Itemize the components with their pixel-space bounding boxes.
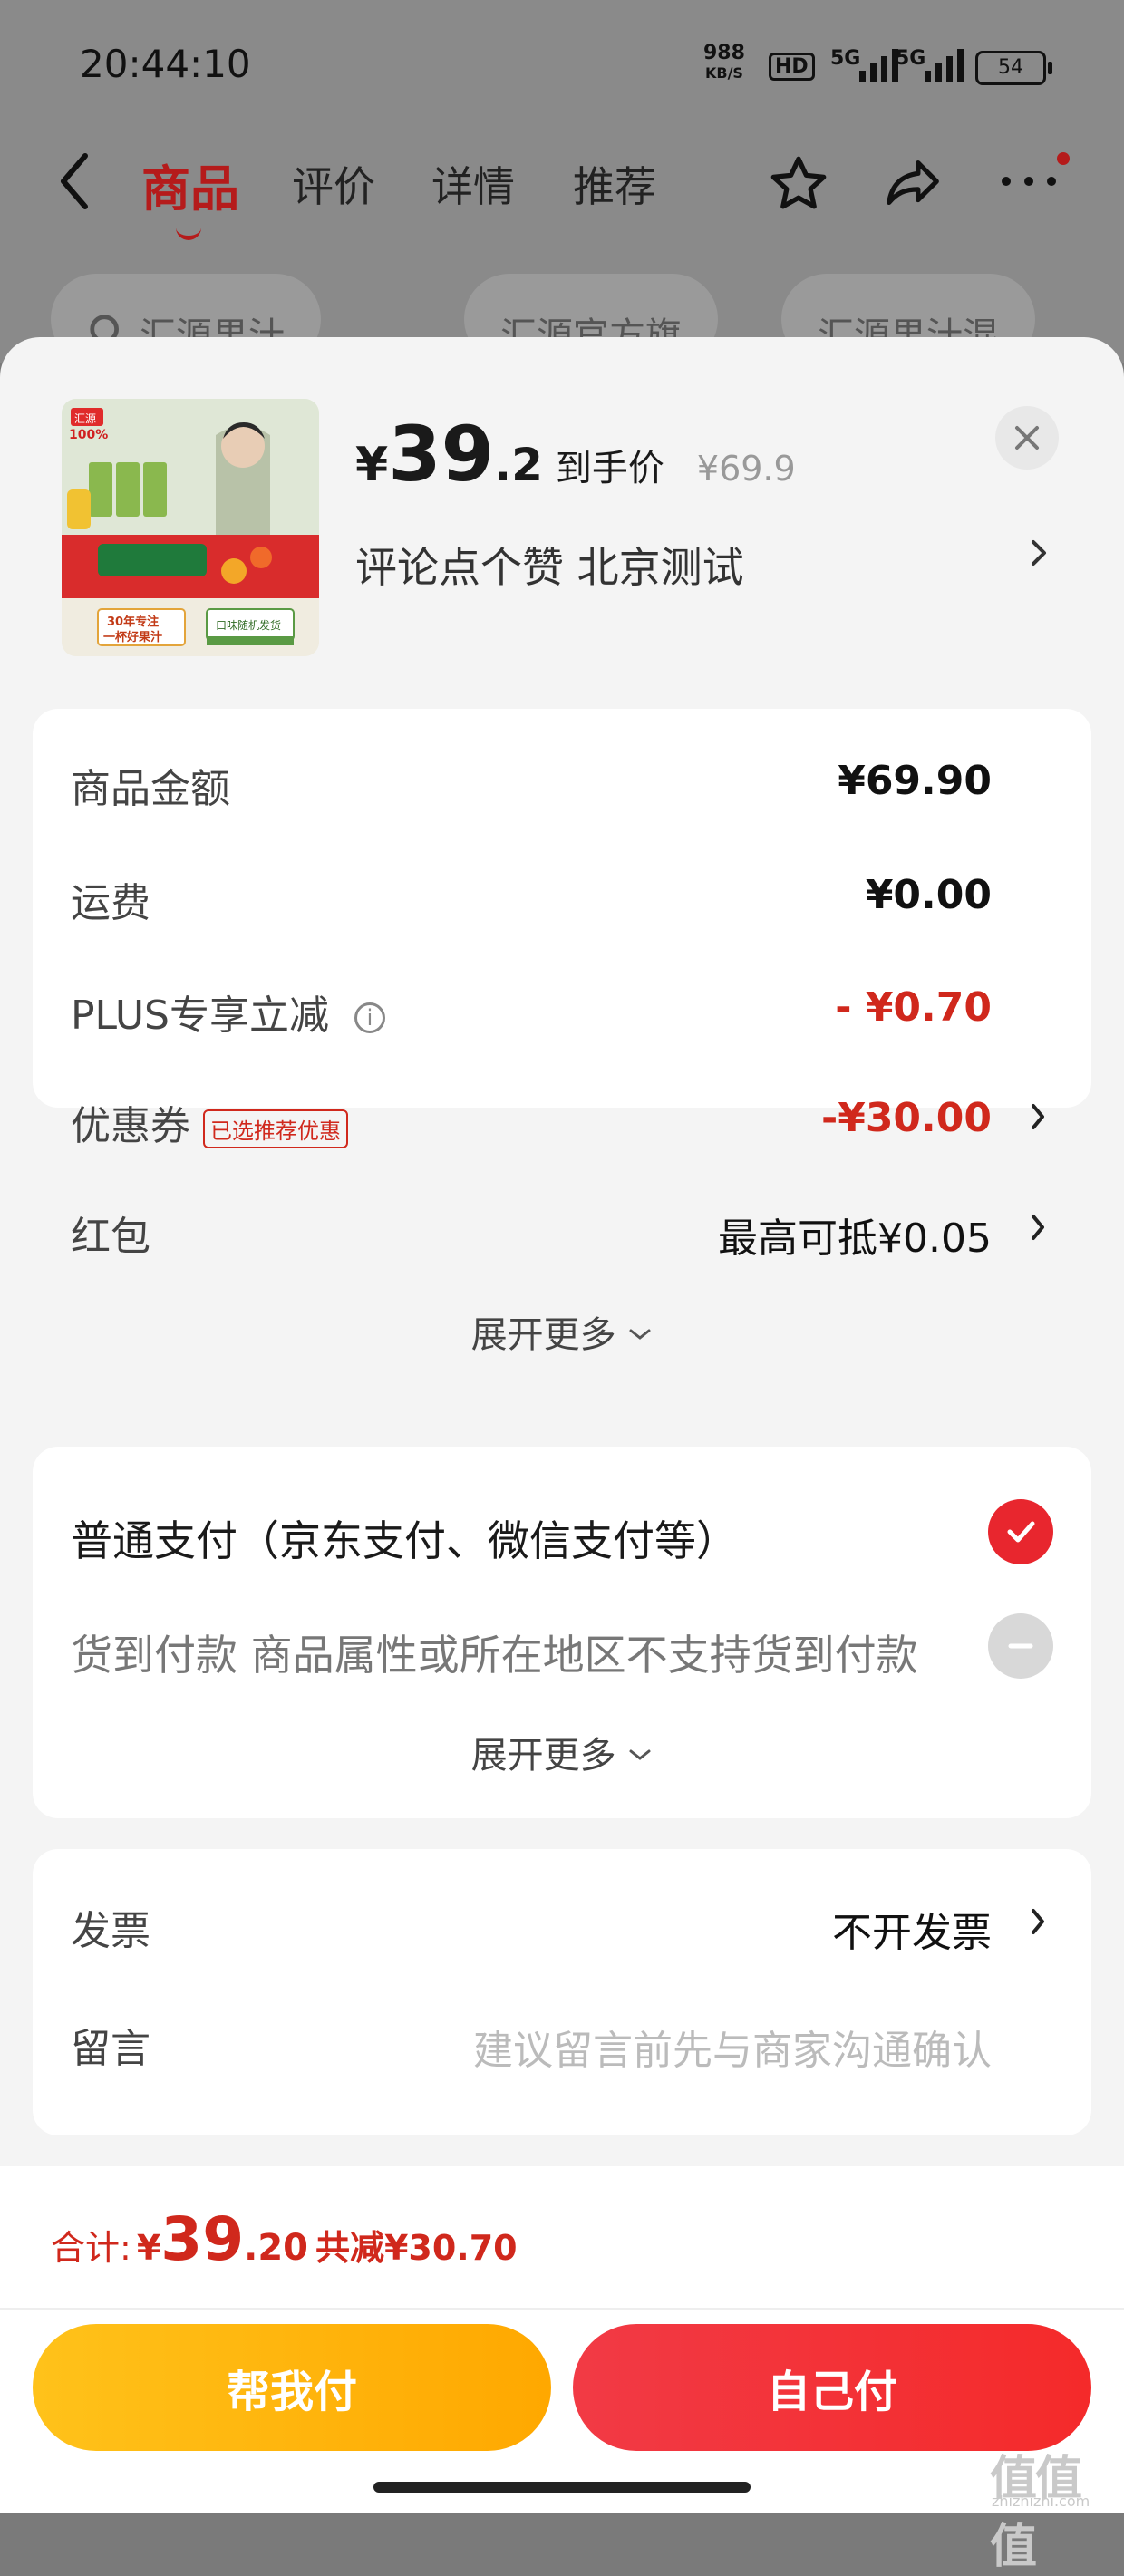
row-goods-amount: 商品金额 ¥69.90 xyxy=(71,756,1048,819)
tab-product[interactable]: 商品 xyxy=(141,149,239,240)
row-value: 不开发票 xyxy=(832,1910,992,1956)
status-time: 20:44:10 xyxy=(80,42,251,86)
promo-text: 口味随机发货 xyxy=(216,618,281,632)
total-dec: .20 xyxy=(244,2227,308,2269)
hd-icon: HD xyxy=(769,53,815,81)
expand-more-button[interactable]: 展开更多 xyxy=(33,1305,1091,1358)
row-label: PLUS专享立减 i xyxy=(71,983,385,1041)
back-icon[interactable] xyxy=(56,152,92,210)
chevron-right-icon[interactable] xyxy=(1030,535,1050,571)
disabled-icon xyxy=(988,1613,1053,1679)
total-savings: 共减¥30.70 xyxy=(315,2228,518,2268)
close-button[interactable] xyxy=(995,406,1059,470)
expand-more-button[interactable]: 展开更多 xyxy=(33,1726,1091,1778)
spec-selection[interactable]: 评论点个赞 北京测试 xyxy=(355,535,744,595)
row-label: 红包 xyxy=(71,1214,150,1260)
total-label: 合计: xyxy=(51,2228,131,2268)
speed-unit: KB/S xyxy=(704,64,743,82)
row-label: 运费 xyxy=(71,880,150,926)
price-label: 到手价 xyxy=(555,448,664,489)
info-icon[interactable]: i xyxy=(354,1002,385,1033)
signal-bars-icon xyxy=(859,49,898,82)
home-indicator[interactable] xyxy=(373,2482,751,2493)
price-yen: ¥ xyxy=(355,438,389,492)
chevron-down-icon xyxy=(629,1749,651,1760)
search-chips: 汇源果汁 汇源官方旗 汇源果汁混 xyxy=(51,274,1124,364)
status-bar: 20:44:10 988 KB/S HD 5G 5G 54 xyxy=(0,0,1124,127)
slogan-text: 30年专注 xyxy=(107,615,159,629)
payment-option-normal[interactable]: 普通支付（京东支付、微信支付等） xyxy=(71,1499,1053,1572)
expand-more-label: 展开更多 xyxy=(470,1314,616,1356)
row-label: 商品金额 xyxy=(71,766,230,812)
signal-label-2: 5G xyxy=(896,47,926,70)
invoice-note-card: 发票 不开发票 留言 建议留言前先与商家沟通确认 xyxy=(33,1849,1091,2135)
help-pay-button[interactable]: 帮我付 xyxy=(33,2324,551,2451)
row-label-text: PLUS专享立减 xyxy=(71,993,329,1039)
watermark-url: zhizhizhi.com xyxy=(992,2493,1090,2510)
star-icon[interactable] xyxy=(767,152,830,216)
checkout-footer: 合计: ¥39.20 共减¥30.70 帮我付 自己付 值值值 zhizhizhi.… xyxy=(0,2166,1124,2574)
total-int: 39 xyxy=(160,2204,245,2274)
row-value: - ¥0.70 xyxy=(835,984,992,1031)
chevron-right-icon xyxy=(1032,1215,1044,1240)
slogan-text: 一杯好果汁 xyxy=(103,630,162,644)
network-speed: 988 KB/S xyxy=(703,44,745,83)
row-label: 优惠券 已选推荐优惠 xyxy=(71,1093,348,1151)
brand-text: 汇源 xyxy=(74,412,96,425)
checkmark-icon[interactable] xyxy=(988,1499,1053,1564)
final-price: ¥39.2 到手价 ¥69.9 xyxy=(355,410,796,499)
row-label-text: 优惠券 xyxy=(71,1103,190,1149)
payment-option-cod: 货到付款 商品属性或所在地区不支持货到付款 xyxy=(71,1613,1053,1686)
row-label: 发票 xyxy=(71,1908,150,1954)
row-value: ¥69.90 xyxy=(838,758,992,804)
divider xyxy=(0,2308,1124,2310)
tab-details[interactable]: 详情 xyxy=(431,154,515,214)
row-note[interactable]: 留言 建议留言前先与商家沟通确认 xyxy=(71,2016,1048,2079)
close-icon xyxy=(1015,426,1039,450)
price-breakdown-card: 商品金额 ¥69.90 运费 ¥0.00 PLUS专享立减 i - ¥0.70 优… xyxy=(33,709,1091,1356)
row-value: 最高可抵¥0.05 xyxy=(718,1215,992,1262)
payment-option-label: 普通支付（京东支付、微信支付等） xyxy=(71,1516,738,1565)
row-value: -¥30.00 xyxy=(820,1095,992,1141)
row-coupon[interactable]: 优惠券 已选推荐优惠 -¥30.00 xyxy=(71,1093,1048,1157)
chevron-right-icon xyxy=(1032,1909,1044,1934)
total-yen: ¥ xyxy=(136,2228,161,2268)
note-input[interactable]: 建议留言前先与商家沟通确认 xyxy=(473,2018,992,2076)
row-plus-discount: PLUS专享立减 i - ¥0.70 xyxy=(71,983,1048,1046)
row-red-packet[interactable]: 红包 最高可抵¥0.05 xyxy=(71,1204,1048,1267)
row-label: 留言 xyxy=(71,2026,150,2072)
tab-recommend[interactable]: 推荐 xyxy=(573,154,656,214)
product-image: 汇源 100% 30年专注 一杯好果汁 口味随机发货 xyxy=(62,399,319,656)
chevron-down-icon xyxy=(629,1329,651,1340)
coupon-tag: 已选推荐优惠 xyxy=(203,1109,348,1148)
tab-reviews[interactable]: 评价 xyxy=(292,154,375,214)
row-value: ¥0.00 xyxy=(865,872,992,918)
row-shipping: 运费 ¥0.00 xyxy=(71,870,1048,934)
speed-value: 988 xyxy=(703,42,745,64)
price-dec: .2 xyxy=(494,439,543,491)
chevron-right-icon xyxy=(1032,1104,1044,1129)
signal-bars-icon xyxy=(925,49,964,82)
price-int: 39 xyxy=(388,410,495,499)
more-icon[interactable] xyxy=(997,163,1061,199)
self-pay-button[interactable]: 自己付 xyxy=(573,2324,1091,2451)
payment-method-card: 普通支付（京东支付、微信支付等） 货到付款 商品属性或所在地区不支持货到付款 展… xyxy=(33,1450,1091,1818)
top-nav: 商品 评价 详情 推荐 xyxy=(0,136,1124,240)
share-icon[interactable] xyxy=(881,152,945,216)
total-summary: 合计: ¥39.20 共减¥30.70 xyxy=(51,2204,518,2274)
signal-label-1: 5G xyxy=(830,47,861,70)
payment-option-label: 货到付款 商品属性或所在地区不支持货到付款 xyxy=(71,1631,918,1680)
row-invoice[interactable]: 发票 不开发票 xyxy=(71,1898,1048,1961)
notification-dot xyxy=(1057,152,1070,165)
expand-more-label: 展开更多 xyxy=(470,1735,616,1777)
original-price: ¥69.9 xyxy=(696,449,796,489)
battery-icon: 54 xyxy=(975,51,1052,85)
pct-text: 100% xyxy=(69,428,108,442)
